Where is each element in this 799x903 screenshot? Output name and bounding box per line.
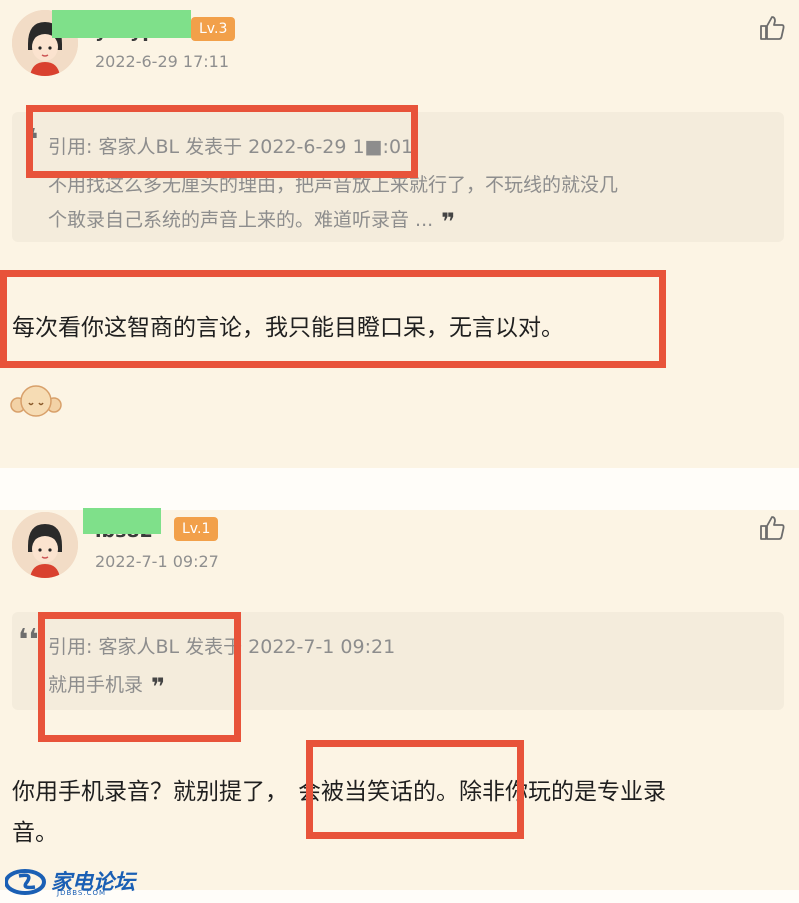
highlight-box [26,105,418,178]
face-emoji-icon [10,385,62,417]
post-time: 2022-7-1 09:27 [95,552,219,571]
thumbs-up-icon[interactable] [758,514,786,542]
name-redaction [83,508,161,534]
avatar[interactable] [12,512,78,578]
level-badge: Lv.3 [191,17,236,41]
post-2: ibs82 Lv.1 2022-7-1 09:27 ❛❛ 引用: 客家人BL 发… [0,508,799,890]
level-badge: Lv.1 [174,517,219,541]
quote-line: 个敢录自己系统的声音上来的。难道听录音 ... ❞ [48,205,455,236]
post-divider [0,468,799,510]
logo-swoosh-icon [5,869,46,895]
quote-open-icon: ❛❛ [18,623,39,658]
thumbs-up-icon[interactable] [758,14,786,42]
site-logo: 家电论坛 JDBBS.COM [5,866,135,898]
avatar-girl-icon [12,512,78,578]
highlight-box [306,740,524,839]
reply-text: 音。 [12,820,58,846]
post-1: yccypc Lv.3 2022-6-29 17:11 ❛ 引用: 客家人BL … [0,0,799,468]
highlight-box [0,270,666,368]
post-time: 2022-6-29 17:11 [95,52,229,71]
reply-segment: 你用手机录音？就别提了， [12,779,288,805]
quote-text: 个敢录自己系统的声音上来的。难道听录音 ... [48,209,434,231]
highlight-box [38,612,241,742]
name-redaction [52,10,191,38]
quote-close-icon: ❞ [441,208,456,236]
logo-domain: JDBBS.COM [57,889,107,897]
